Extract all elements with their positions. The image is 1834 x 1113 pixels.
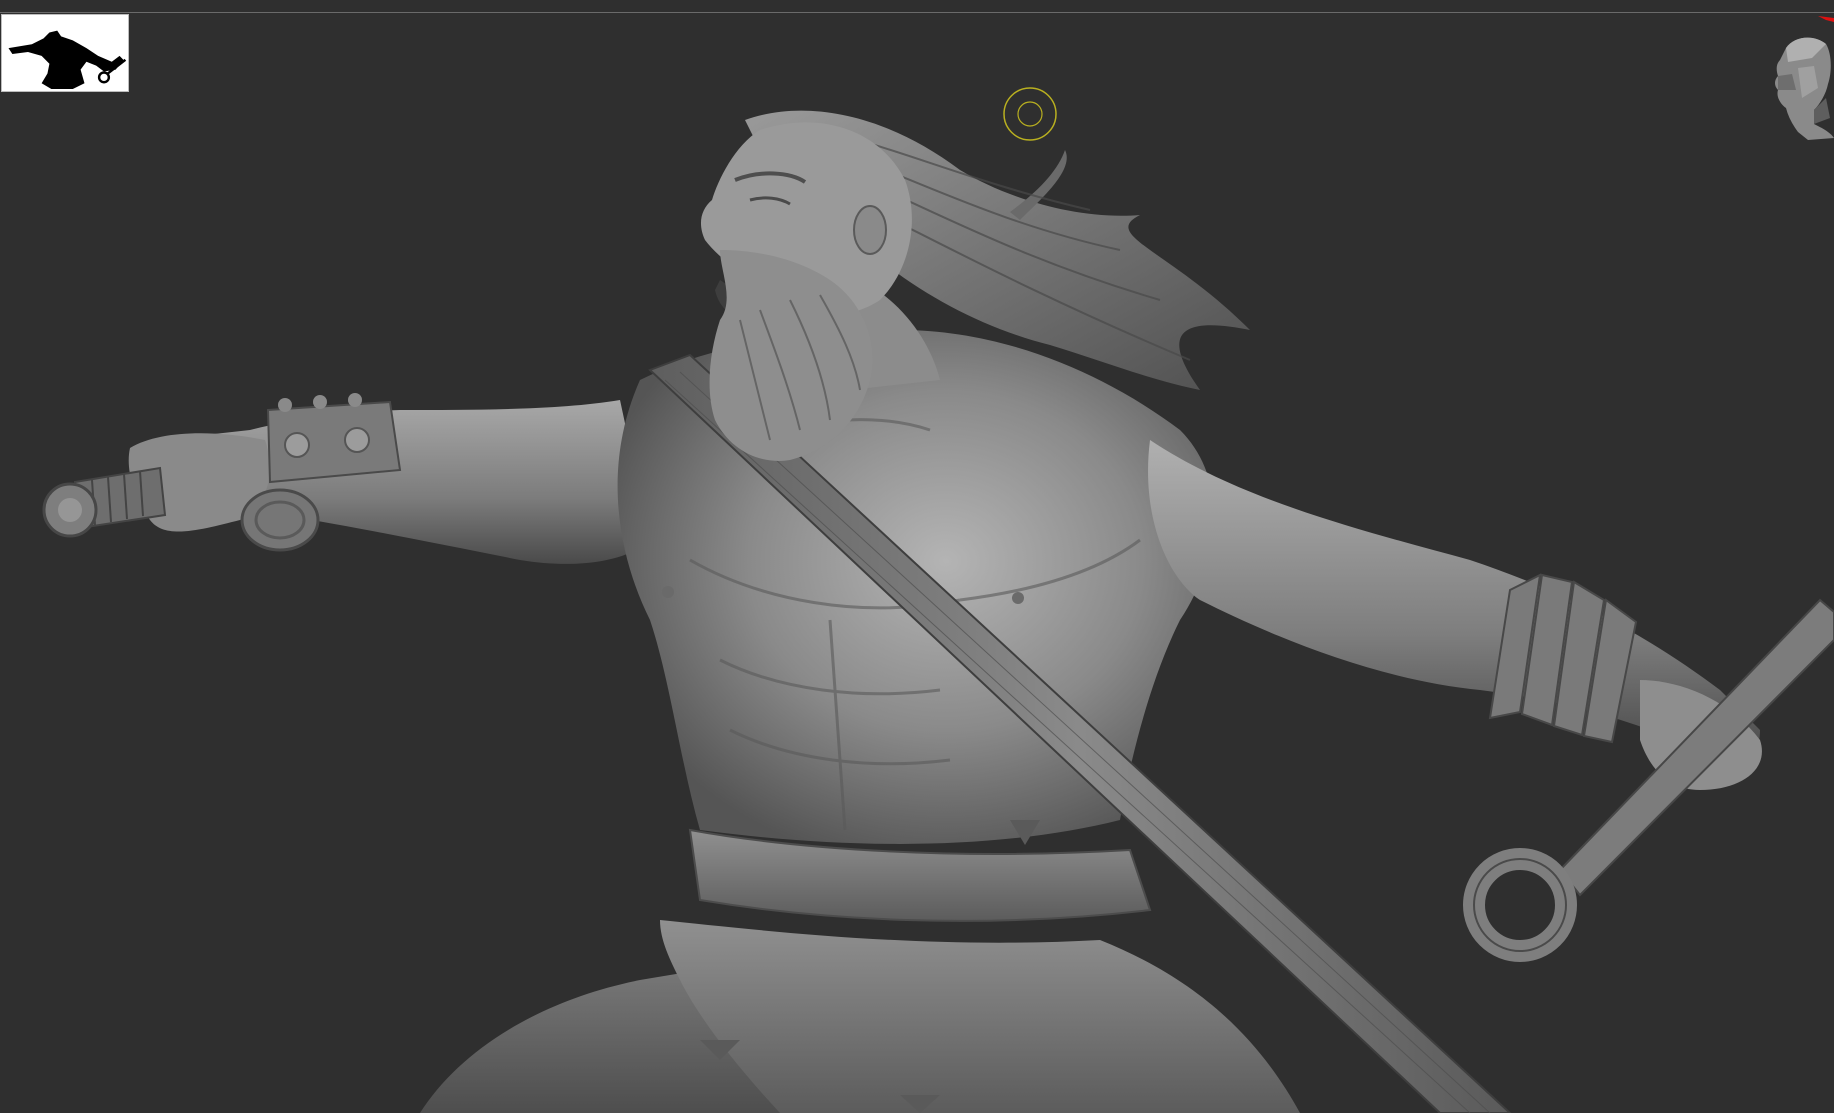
warrior-silhouette-icon <box>2 15 128 91</box>
brush-cursor-icon <box>1003 87 1057 141</box>
brush-cursor <box>1002 86 1058 142</box>
sculpt-viewport[interactable] <box>0 0 1834 1113</box>
silhouette-thumbnail[interactable] <box>1 14 129 92</box>
head-gizmo-icon <box>1775 37 1834 140</box>
axis-marker <box>1812 14 1834 24</box>
sculpt-model[interactable] <box>0 0 1834 1113</box>
navigation-head-gizmo[interactable] <box>1768 28 1834 140</box>
red-axis-icon <box>1818 16 1834 22</box>
